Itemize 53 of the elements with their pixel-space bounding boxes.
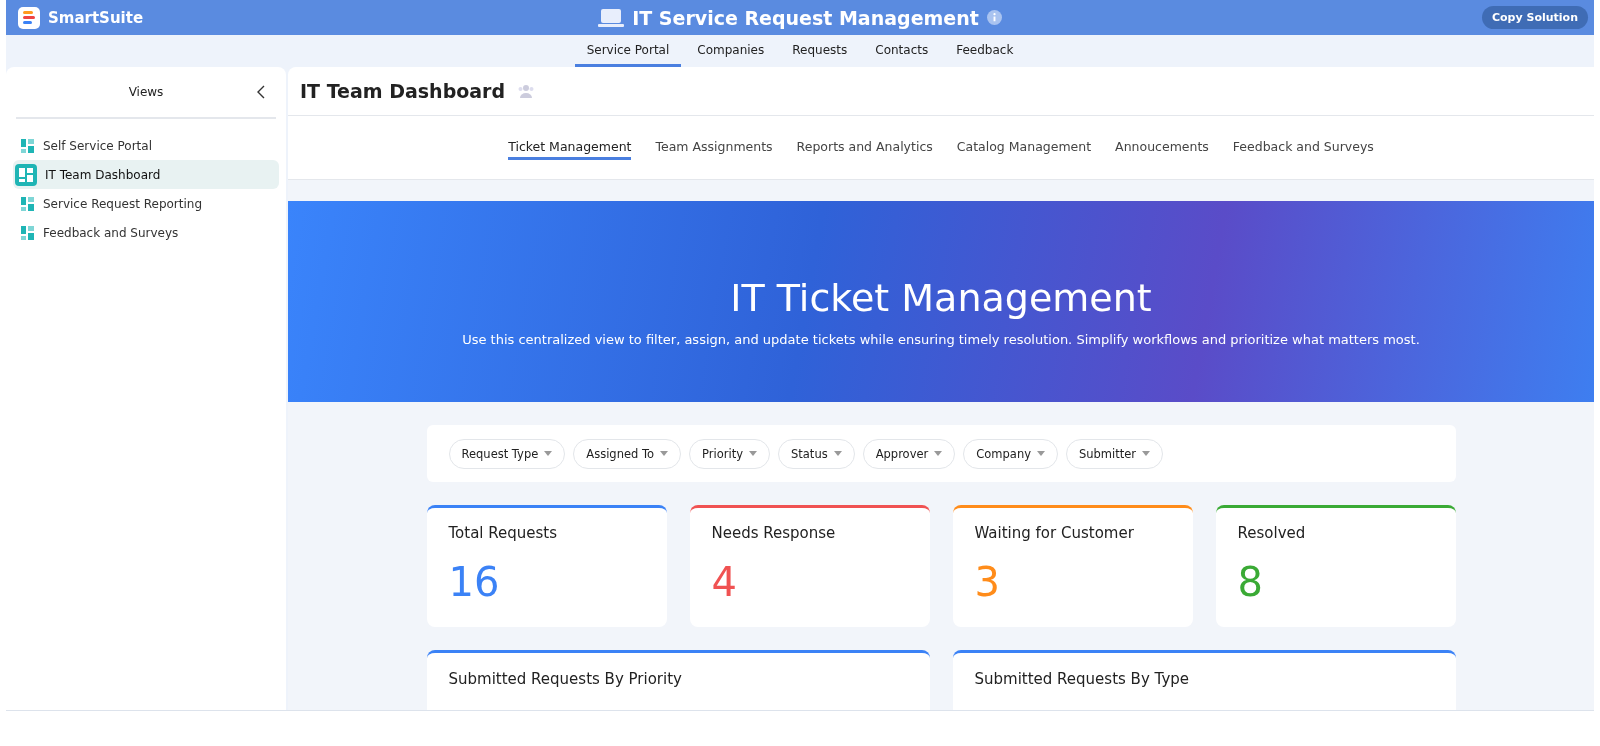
panel-title: Submitted Requests By Type xyxy=(974,670,1189,688)
panel-title: Submitted Requests By Priority xyxy=(448,670,682,688)
copy-solution-button[interactable]: Copy Solution xyxy=(1482,6,1588,29)
caret-icon xyxy=(934,451,943,456)
filter-dropdown[interactable]: Status xyxy=(778,438,855,469)
sidebar-item[interactable]: Self Service Portal xyxy=(13,131,279,160)
info-icon[interactable] xyxy=(986,10,1002,25)
view-tab[interactable]: Team Assignments xyxy=(655,134,773,160)
nav-tab[interactable]: Requests xyxy=(780,35,860,67)
view-tab[interactable]: Reports and Analytics xyxy=(796,134,933,160)
stat-label: Waiting for Customer xyxy=(974,524,1135,542)
sidebar-item[interactable]: Feedback and Surveys xyxy=(13,218,279,247)
sidebar-item[interactable]: IT Team Dashboard xyxy=(13,160,279,189)
dashboard-icon xyxy=(15,163,37,186)
stat-label: Needs Response xyxy=(711,524,837,542)
stat-value: 8 xyxy=(1237,562,1264,602)
laptop-icon xyxy=(598,7,625,28)
filter-dropdown[interactable]: Approver xyxy=(862,438,956,469)
nav-tab[interactable]: Contacts xyxy=(863,35,941,67)
nav-tab[interactable]: Feedback xyxy=(944,35,1026,67)
banner-title: IT Ticket Management xyxy=(730,274,1152,320)
caret-icon xyxy=(1142,451,1151,456)
dashboard-icon xyxy=(21,138,35,153)
banner-subtitle: Use this centralized view to filter, assign, and update tickets while ensuring timely resolution. Simplify workflows and prioritize what matters most. xyxy=(462,331,1420,347)
filter-dropdown[interactable]: Submitter xyxy=(1066,438,1164,469)
filter-dropdown[interactable]: Request Type xyxy=(448,438,566,469)
stat-value: 16 xyxy=(448,562,501,602)
caret-icon xyxy=(749,451,757,456)
view-tab[interactable]: Feedback and Surveys xyxy=(1232,134,1374,160)
caret-icon xyxy=(1037,451,1045,456)
caret-icon xyxy=(660,451,669,456)
sidebar-title: Views xyxy=(128,85,164,99)
page-title: IT Team Dashboard xyxy=(300,80,506,103)
stat-label: Resolved xyxy=(1237,524,1307,542)
filter-dropdown[interactable]: Company xyxy=(963,438,1058,469)
stat-label: Total Requests xyxy=(448,524,559,542)
nav-tab[interactable]: Companies xyxy=(685,35,777,67)
view-tab[interactable]: Catalog Management xyxy=(956,134,1092,160)
filter-dropdown[interactable]: Assigned To xyxy=(573,438,682,469)
view-tab[interactable]: Ticket Management xyxy=(508,134,632,160)
sidebar-item[interactable]: Service Request Reporting xyxy=(13,189,279,218)
dashboard-icon xyxy=(21,196,35,211)
dashboard-icon xyxy=(21,225,35,240)
caret-icon xyxy=(833,451,842,456)
chevron-left-icon[interactable] xyxy=(256,84,266,100)
view-tab[interactable]: Annoucements xyxy=(1115,134,1209,160)
app-title: IT Service Request Management xyxy=(632,6,979,29)
stat-value: 4 xyxy=(711,562,738,602)
stat-value: 3 xyxy=(974,562,1001,602)
caret-icon xyxy=(544,451,553,456)
brand-name: SmartSuite xyxy=(48,8,144,27)
filter-dropdown[interactable]: Priority xyxy=(689,438,770,469)
logo-icon xyxy=(18,6,40,29)
